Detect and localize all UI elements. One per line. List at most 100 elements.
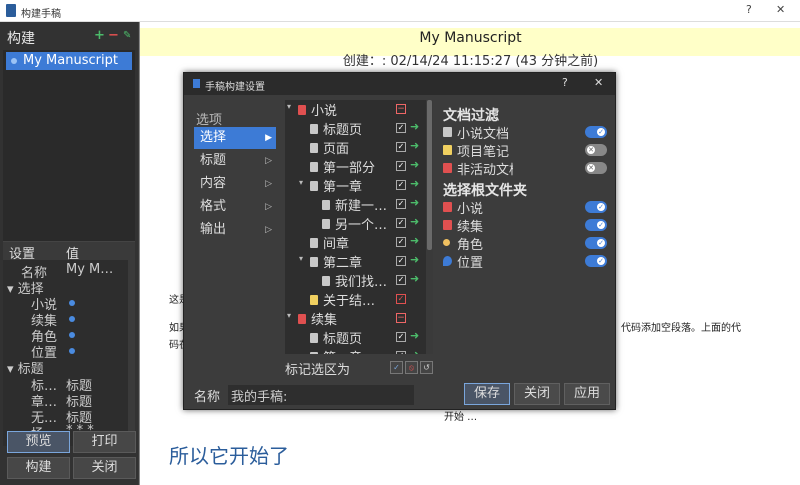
build-item-icon	[11, 58, 17, 64]
name-input[interactable]	[228, 385, 414, 405]
settings-row[interactable]: 续集	[3, 310, 127, 327]
menu-item-format[interactable]: 格式 ▷	[194, 196, 276, 218]
settings-row[interactable]: 标… 标题	[3, 375, 127, 392]
chevron-down-icon[interactable]: ▾	[299, 254, 303, 263]
arrow-icon: ➜	[410, 158, 420, 171]
tree-item[interactable]: 关于结… ✓	[285, 290, 425, 309]
chevron-down-icon[interactable]: ▾	[287, 102, 291, 111]
settings-row[interactable]: 位置	[3, 342, 127, 359]
settings-row[interactable]: ▾ 选择	[3, 278, 127, 295]
close-window-button[interactable]: ✕	[776, 3, 785, 16]
tree-item[interactable]: 另一个… ✓ ➜	[285, 214, 425, 233]
print-button[interactable]: 打印	[73, 431, 136, 453]
body-text: 代码添加空段落。上面的代	[621, 323, 741, 334]
settings-scrollbar[interactable]	[128, 260, 135, 447]
toggle-dot-icon[interactable]	[69, 316, 75, 322]
include-checkbox[interactable]: ✓	[396, 218, 406, 228]
dialog-close-button[interactable]: ✕	[594, 76, 603, 89]
settings-row[interactable]: 角色	[3, 326, 127, 343]
document-icon	[310, 333, 318, 343]
include-checkbox[interactable]: ✓	[396, 275, 406, 285]
settings-row[interactable]: ▾ 标题	[3, 358, 127, 375]
include-checkbox[interactable]: ✓	[396, 180, 406, 190]
filter-toggle[interactable]: ✓	[585, 255, 607, 267]
include-checkbox[interactable]: ✓	[396, 199, 406, 209]
tree-item[interactable]: 第一部分 ✓ ➜	[285, 157, 425, 176]
chevron-down-icon[interactable]: ▾	[287, 311, 291, 320]
reset-icon[interactable]: ↺	[420, 361, 433, 374]
filter-toggle[interactable]: ✕	[585, 144, 607, 156]
partial-selected-icon[interactable]: −	[396, 104, 406, 114]
row-key: 无…	[31, 411, 58, 424]
remove-icon[interactable]: −	[108, 28, 119, 43]
tree-scrollbar[interactable]	[426, 100, 433, 354]
include-icon[interactable]: ✓	[390, 361, 403, 374]
toggle-dot-icon[interactable]	[69, 300, 75, 306]
dialog-help-button[interactable]: ?	[562, 76, 568, 89]
include-checkbox[interactable]: ✓	[396, 332, 406, 342]
filter-toggle[interactable]: ✓	[585, 237, 607, 249]
settings-row[interactable]: 名称 My M…	[3, 262, 127, 279]
include-checkbox[interactable]: ✓	[396, 237, 406, 247]
tree-item[interactable]: ▾ 第二章 ✓ ➜	[285, 252, 425, 271]
filter-toggle[interactable]: ✓	[585, 201, 607, 213]
menu-item-headings[interactable]: 标题 ▷	[194, 150, 276, 172]
save-button[interactable]: 保存	[464, 383, 510, 405]
include-checkbox[interactable]: ✓	[396, 142, 406, 152]
filter-toggle[interactable]: ✓	[585, 126, 607, 138]
filter-toggle[interactable]: ✓	[585, 219, 607, 231]
build-item[interactable]: My Manuscript	[6, 52, 132, 70]
settings-table: 设置 值 名称 My M… ▾ 选择 小说 续集 角色 位置 ▾ 标题 标… 标题 …	[3, 241, 135, 447]
menu-item-output[interactable]: 输出 ▷	[194, 219, 276, 241]
arrow-icon: ➜	[410, 329, 420, 342]
include-checkbox[interactable]: ✓	[396, 256, 406, 266]
settings-row[interactable]: 场… * * *	[3, 423, 127, 431]
settings-row[interactable]: 无… 标题	[3, 407, 127, 424]
arrow-icon: ➜	[410, 234, 420, 247]
edit-icon[interactable]: ✎	[123, 30, 131, 41]
scrollbar-thumb[interactable]	[427, 100, 432, 250]
settings-row[interactable]: 小说	[3, 294, 127, 311]
tree-item[interactable]: 标题页 ✓ ➜	[285, 328, 425, 347]
tree-item[interactable]: 我们找… ✓ ➜	[285, 271, 425, 290]
apply-button[interactable]: 应用	[564, 383, 610, 405]
filter-label: 项目笔记	[457, 145, 510, 160]
settings-row[interactable]: 章… 标题	[3, 391, 127, 408]
partial-selected-icon[interactable]: −	[396, 313, 406, 323]
filter-toggle[interactable]: ✕	[585, 162, 607, 174]
menu-item-selection[interactable]: 选择 ▶	[194, 127, 276, 149]
tree-item[interactable]: ▾ 第一章 ✓ ➜	[285, 176, 425, 195]
tree-item[interactable]: 标题页 ✓ ➜	[285, 119, 425, 138]
arrow-icon: ➜	[410, 139, 420, 152]
toggle-knob: ✓	[597, 221, 605, 229]
menu-item-content[interactable]: 内容 ▷	[194, 173, 276, 195]
build-button[interactable]: 构建	[7, 457, 70, 479]
note-icon	[443, 145, 452, 155]
preview-button[interactable]: 预览	[7, 431, 70, 453]
close-button[interactable]: 关闭	[73, 457, 136, 479]
chevron-right-icon: ▷	[265, 179, 272, 189]
tree-item[interactable]: ▾ 续集 −	[285, 309, 425, 328]
arrow-icon: ➜	[410, 272, 420, 285]
row-key: 场…	[31, 423, 57, 431]
tree-item[interactable]: 页面 ✓ ➜	[285, 138, 425, 157]
include-checkbox[interactable]: ✓	[396, 294, 406, 304]
tree-item-label: 我们找…	[335, 275, 388, 290]
chevron-down-icon[interactable]: ▾	[299, 178, 303, 187]
row-value: 标题	[66, 379, 93, 392]
tree-item[interactable]: 第一章 ✓ ➜	[285, 347, 425, 354]
exclude-icon[interactable]: ⦸	[405, 361, 418, 374]
include-checkbox[interactable]: ✓	[396, 161, 406, 171]
tree-item[interactable]: 新建一… ✓ ➜	[285, 195, 425, 214]
add-icon[interactable]: +	[94, 28, 105, 43]
tree-item[interactable]: ▾ 小说 −	[285, 100, 425, 119]
include-checkbox[interactable]: ✓	[396, 351, 406, 354]
dialog-close-action-button[interactable]: 关闭	[514, 383, 560, 405]
folder-icon	[298, 314, 306, 324]
tree-item[interactable]: 间章 ✓ ➜	[285, 233, 425, 252]
help-button[interactable]: ?	[746, 3, 752, 16]
toggle-dot-icon[interactable]	[69, 348, 75, 354]
app-icon	[6, 4, 16, 17]
toggle-dot-icon[interactable]	[69, 332, 75, 338]
include-checkbox[interactable]: ✓	[396, 123, 406, 133]
